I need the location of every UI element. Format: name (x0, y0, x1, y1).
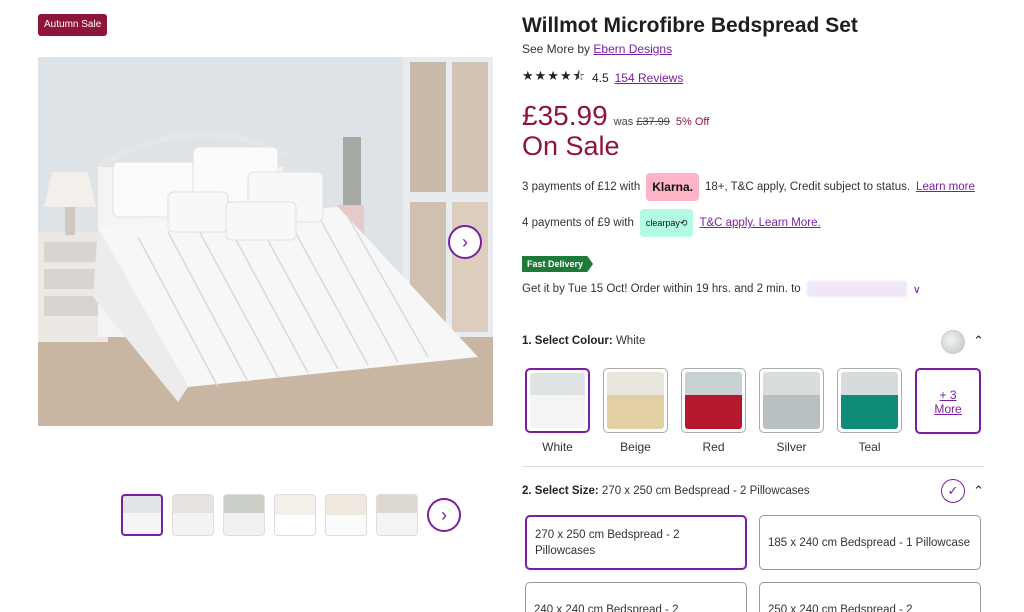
thumbnails-next-button[interactable]: › (427, 498, 461, 532)
discount-label: 5% Off (675, 116, 710, 128)
colour-label: Beige (620, 440, 651, 454)
brand-link[interactable]: Ebern Designs (593, 42, 672, 56)
chevron-right-icon: › (462, 232, 468, 252)
colour-options: White Beige Red Silver Teal + 3 More (525, 368, 981, 454)
colour-option-white[interactable]: White (525, 368, 590, 454)
on-sale-label: On Sale (522, 131, 620, 161)
chevron-right-icon: › (441, 505, 447, 525)
was-label: was (613, 116, 634, 128)
colour-image (525, 368, 590, 433)
colour-option-beige[interactable]: Beige (603, 368, 668, 454)
selected-colour-swatch (941, 330, 965, 354)
original-price: £37.99 (636, 116, 670, 128)
check-icon: ✓ (941, 479, 965, 503)
clearpay-text: 4 payments of £9 with (522, 217, 634, 229)
colour-selected-value: White (615, 335, 646, 347)
clearpay-logo: clearpay⟲ (639, 209, 694, 237)
current-price: £35.99 (522, 100, 608, 131)
clearpay-learn-more-link[interactable]: T&C apply. Learn More. (699, 217, 820, 229)
colour-label: Teal (858, 440, 881, 454)
chevron-up-icon[interactable]: ⌃ (973, 333, 984, 349)
chevron-down-icon[interactable]: ∨ (913, 283, 921, 296)
clearpay-row: 4 payments of £9 with clearpay⟲ T&C appl… (522, 209, 821, 237)
thumbnail[interactable] (223, 494, 265, 536)
more-label: More (934, 402, 962, 416)
colour-image (603, 368, 668, 433)
postcode-selector[interactable] (806, 281, 907, 297)
thumbnail[interactable] (172, 494, 214, 536)
delivery-text: Get it by Tue 15 Oct! Order within 19 hr… (522, 283, 801, 295)
thumbnail[interactable] (274, 494, 316, 536)
more-count: + 3 (939, 388, 957, 402)
thumbnail[interactable] (121, 494, 163, 536)
bedroom-photo (38, 57, 493, 426)
size-option[interactable]: 250 x 240 cm Bedspread - 2 (759, 582, 981, 612)
size-heading-label: 2. Select Size: (522, 485, 599, 497)
delivery-row: Get it by Tue 15 Oct! Order within 19 hr… (522, 281, 921, 297)
colour-option-silver[interactable]: Silver (759, 368, 824, 454)
size-option[interactable]: 270 x 250 cm Bedspread - 2 Pillowcases (525, 515, 747, 570)
see-more-line: See More by Ebern Designs (522, 42, 672, 56)
rating-value: 4.5 (591, 71, 609, 85)
colour-heading-label: 1. Select Colour: (522, 335, 613, 347)
thumbnail[interactable] (376, 494, 418, 536)
chevron-up-icon[interactable]: ⌃ (973, 483, 984, 499)
was-price: was £37.99 (614, 116, 670, 128)
product-main-image[interactable] (38, 57, 493, 426)
thumbnail[interactable] (325, 494, 367, 536)
autumn-sale-badge: Autumn Sale (38, 14, 108, 36)
colour-label: Silver (776, 440, 807, 454)
price-row: £35.99 was £37.99 5% Off (522, 100, 709, 132)
colour-section-heading: 1. Select Colour: White (522, 335, 645, 347)
size-option[interactable]: 185 x 240 cm Bedspread - 1 Pillowcase (759, 515, 981, 570)
section-divider (522, 466, 984, 467)
colour-option-red[interactable]: Red (681, 368, 746, 454)
reviews-link[interactable]: 154 Reviews (615, 71, 684, 85)
size-options: 270 x 250 cm Bedspread - 2 Pillowcases 1… (525, 515, 981, 612)
klarna-logo: Klarna. (646, 173, 699, 201)
product-title: Willmot Microfibre Bedspread Set (522, 14, 858, 37)
thumbnail-strip (121, 494, 418, 536)
colour-image (759, 368, 824, 433)
size-section-heading: 2. Select Size: 270 x 250 cm Bedspread -… (522, 485, 810, 497)
colour-image (681, 368, 746, 433)
klarna-terms: 18+, T&C apply, Credit subject to status… (704, 181, 911, 193)
rating-row: ★★★★⯪ 4.5 154 Reviews (522, 67, 683, 89)
more-colours-button[interactable]: + 3 More (915, 368, 981, 434)
colour-image (837, 368, 902, 433)
hero-next-button[interactable]: › (448, 225, 482, 259)
star-rating-icon: ★★★★⯪ (522, 68, 586, 83)
colour-label: Red (702, 440, 725, 454)
see-more-prefix: See More by (522, 42, 591, 56)
size-option[interactable]: 240 x 240 cm Bedspread - 2 (525, 582, 747, 612)
klarna-text: 3 payments of £12 with (522, 181, 641, 193)
size-selected-value: 270 x 250 cm Bedspread - 2 Pillowcases (601, 485, 810, 497)
klarna-learn-more-link[interactable]: Learn more (916, 181, 975, 193)
fast-delivery-badge: Fast Delivery (522, 256, 594, 272)
colour-label: White (542, 440, 573, 454)
colour-option-teal[interactable]: Teal (837, 368, 902, 454)
klarna-row: 3 payments of £12 with Klarna. 18+, T&C … (522, 173, 975, 201)
